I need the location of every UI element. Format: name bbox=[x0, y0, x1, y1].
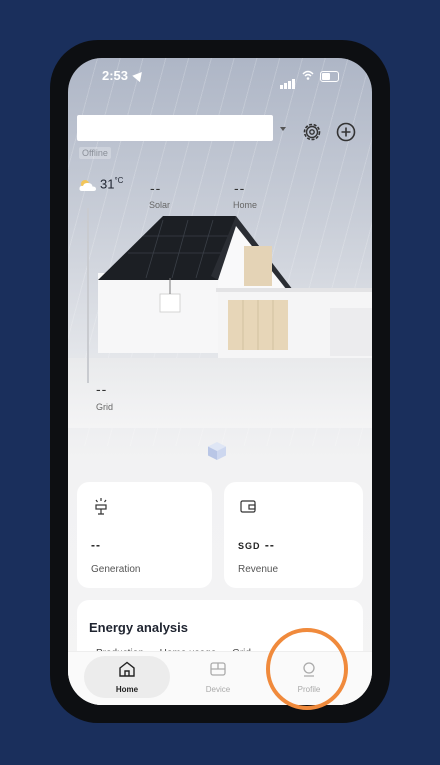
offline-badge: Offline bbox=[79, 147, 111, 159]
home-value: -- bbox=[234, 180, 246, 196]
status-bar: 2:53 bbox=[68, 68, 372, 89]
revenue-value: SGD -- bbox=[238, 538, 275, 552]
gear-icon[interactable] bbox=[301, 121, 323, 143]
nav-device-label: Device bbox=[205, 685, 231, 694]
nav-home-label: Home bbox=[115, 685, 139, 694]
cellular-signal-icon bbox=[280, 71, 296, 89]
nav-home[interactable]: Home bbox=[84, 656, 170, 698]
home-icon bbox=[119, 661, 135, 677]
revenue-label: Revenue bbox=[238, 564, 279, 575]
battery-icon bbox=[320, 71, 339, 82]
location-arrow-icon bbox=[132, 68, 146, 83]
phone-frame: 2:53 Offline 31°C -- Solar -- Home -- Gr… bbox=[50, 40, 390, 723]
generation-label: Generation bbox=[91, 564, 141, 575]
grid-label: Grid bbox=[96, 402, 114, 412]
app-screen: 2:53 Offline 31°C -- Solar -- Home -- Gr… bbox=[68, 58, 372, 705]
generation-card[interactable]: -- Generation bbox=[77, 482, 212, 588]
status-time: 2:53 bbox=[102, 68, 129, 83]
nav-device[interactable]: Device bbox=[175, 656, 261, 698]
highlight-ring bbox=[266, 628, 348, 710]
device-icon bbox=[210, 662, 226, 676]
chevron-down-icon[interactable] bbox=[280, 127, 286, 131]
add-icon[interactable] bbox=[335, 121, 357, 143]
solar-panel-icon bbox=[95, 498, 107, 515]
grid-value: -- bbox=[96, 381, 108, 397]
cube-icon[interactable] bbox=[206, 440, 228, 462]
wallet-icon bbox=[240, 500, 256, 513]
energy-analysis-title: Energy analysis bbox=[89, 620, 188, 635]
generation-value: -- bbox=[91, 538, 101, 552]
site-name-field[interactable] bbox=[77, 115, 273, 141]
house-illustration bbox=[87, 208, 372, 383]
solar-value: -- bbox=[150, 180, 162, 196]
temperature: 31°C bbox=[100, 176, 124, 192]
revenue-card[interactable]: SGD -- Revenue bbox=[224, 482, 363, 588]
wifi-icon bbox=[302, 70, 314, 80]
cloudy-weather-icon bbox=[79, 180, 96, 191]
